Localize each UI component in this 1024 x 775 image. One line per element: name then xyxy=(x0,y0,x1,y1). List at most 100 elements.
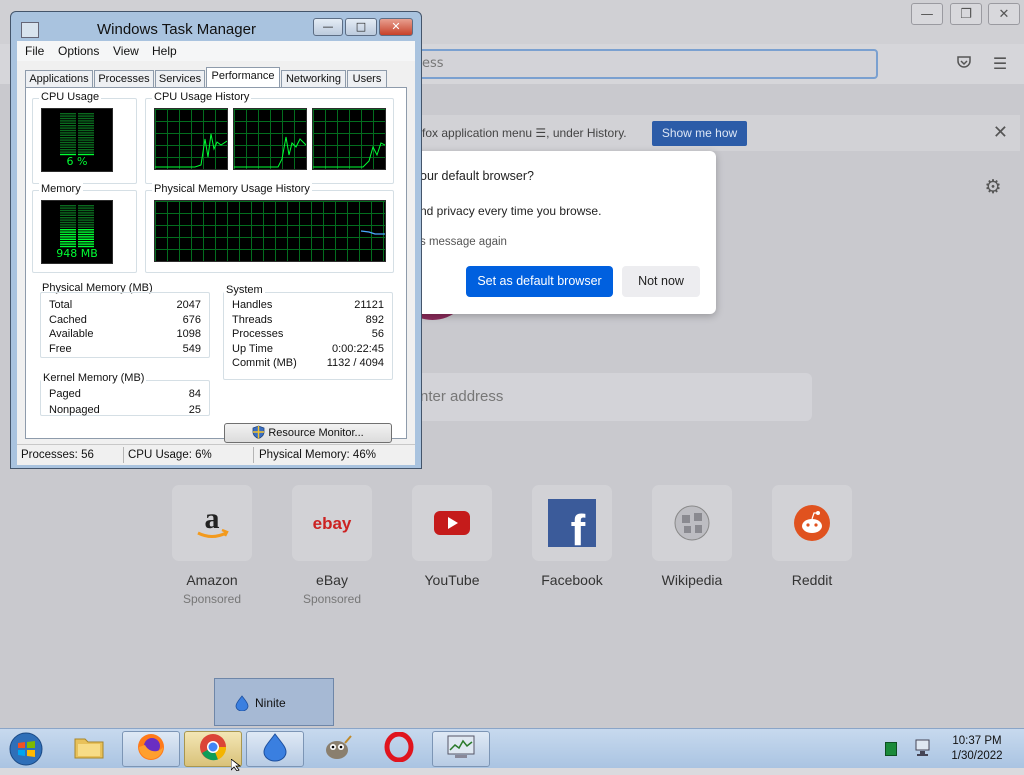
meter-segment xyxy=(60,127,76,129)
sys-processes-value: 56 xyxy=(371,328,384,340)
meter-segment xyxy=(60,209,76,212)
firefox-restore-button[interactable]: ❐ xyxy=(950,3,982,25)
not-now-button[interactable]: Not now xyxy=(622,266,700,297)
meter-segment xyxy=(60,241,76,243)
meter-segment xyxy=(60,219,76,221)
show-me-how-button[interactable]: Show me how xyxy=(652,121,747,146)
meter-segment xyxy=(60,132,76,134)
hamburger-menu-icon[interactable]: ☰ xyxy=(990,54,1010,74)
url-bar-text: ess xyxy=(422,56,444,71)
ninite-label: Ninite xyxy=(255,696,286,710)
gear-icon[interactable]: ⚙ xyxy=(982,176,1004,198)
meter-segment xyxy=(60,117,76,120)
reddit-icon xyxy=(772,485,852,561)
cpu-history-graph-2 xyxy=(233,108,307,170)
taskbar-opera[interactable] xyxy=(370,731,428,767)
ninite-taskbar-preview[interactable]: Ninite xyxy=(214,678,334,726)
task-manager-window: Windows Task Manager — □ ✕ File Options … xyxy=(10,11,422,469)
meter-segment xyxy=(60,125,76,127)
meter-segment xyxy=(60,141,76,144)
tab-users[interactable]: Users xyxy=(347,70,387,87)
taskbar-task-manager[interactable] xyxy=(432,731,490,767)
top-site-label: eBay xyxy=(316,572,348,588)
top-site-amazon[interactable]: a Amazon Sponsored xyxy=(172,485,252,606)
menu-options[interactable]: Options xyxy=(58,44,99,58)
meter-segment xyxy=(60,122,76,124)
ninite-app-icon xyxy=(261,732,289,766)
url-bar[interactable]: ess xyxy=(402,49,878,79)
top-site-facebook[interactable]: f Facebook xyxy=(532,485,612,588)
cpu-meter: 6 % xyxy=(41,108,113,172)
meter-segment xyxy=(60,129,76,132)
start-button[interactable] xyxy=(6,730,46,768)
resource-monitor-label: Resource Monitor... xyxy=(268,427,364,439)
ninite-icon xyxy=(235,695,249,711)
facebook-logo-text: f xyxy=(571,506,586,548)
status-processes: Processes: 56 xyxy=(21,449,94,461)
meter-segment xyxy=(78,125,94,127)
meter-segment xyxy=(78,229,94,231)
meter-segment xyxy=(78,127,94,129)
dialog-title: our default browser? xyxy=(420,169,534,183)
meter-segment xyxy=(78,212,94,214)
clock-time: 10:37 PM xyxy=(952,735,1002,747)
notification-close-icon[interactable]: ✕ xyxy=(993,122,1008,143)
maximize-button[interactable]: □ xyxy=(345,18,377,36)
memory-meter-bars: 948 MB xyxy=(56,205,98,260)
close-button[interactable]: ✕ xyxy=(379,18,413,36)
taskbar-ninite[interactable] xyxy=(246,731,304,767)
tray-app-icon[interactable] xyxy=(885,742,897,756)
sys-uptime-label: Up Time xyxy=(232,343,273,355)
meter-segment xyxy=(78,146,94,148)
taskbar-explorer[interactable] xyxy=(60,731,118,767)
top-site-youtube[interactable]: YouTube xyxy=(412,485,492,588)
set-default-browser-button[interactable]: Set as default browser xyxy=(466,266,613,297)
meter-segment xyxy=(60,134,76,136)
taskbar-firefox[interactable] xyxy=(122,731,180,767)
network-icon[interactable] xyxy=(913,738,933,762)
minimize-button[interactable]: — xyxy=(313,18,343,36)
meter-segment xyxy=(60,217,76,219)
resource-monitor-button[interactable]: Resource Monitor... xyxy=(224,423,392,443)
meter-segment xyxy=(78,205,94,207)
tab-applications[interactable]: Applications xyxy=(25,70,93,87)
top-site-reddit[interactable]: Reddit xyxy=(772,485,852,588)
memory-meter-value: 948 MB xyxy=(56,247,98,260)
tab-processes[interactable]: Processes xyxy=(94,70,154,87)
dialog-checkbox-label[interactable]: s message again xyxy=(420,236,507,248)
menu-view[interactable]: View xyxy=(113,44,139,58)
meter-segment xyxy=(60,224,76,226)
menu-help[interactable]: Help xyxy=(152,44,177,58)
meter-segment xyxy=(78,236,94,238)
firefox-close-button[interactable]: ✕ xyxy=(988,3,1020,25)
meter-segment xyxy=(78,209,94,212)
pm-free-value: 549 xyxy=(182,343,201,355)
kernel-memory-frame: Kernel Memory (MB) Paged 84 Nonpaged 25 xyxy=(40,372,210,416)
tab-performance[interactable]: Performance xyxy=(206,67,280,88)
tab-networking[interactable]: Networking xyxy=(281,70,346,87)
firefox-minimize-button[interactable]: — xyxy=(911,3,943,25)
default-browser-dialog: our default browser? nd privacy every ti… xyxy=(400,151,716,314)
tab-services[interactable]: Services xyxy=(155,70,205,87)
sys-commit-value: 1132 / 4094 xyxy=(326,357,384,369)
top-site-label: Amazon xyxy=(186,572,238,588)
sys-commit-label: Commit (MB) xyxy=(232,357,297,369)
meter-segment xyxy=(60,231,76,233)
pocket-icon[interactable] xyxy=(954,54,974,74)
meter-segment xyxy=(60,151,76,153)
pm-available-value: 1098 xyxy=(176,328,201,340)
dialog-body: nd privacy every time you browse. xyxy=(420,204,602,218)
folder-icon xyxy=(73,734,105,764)
taskbar-clock[interactable]: 10:37 PM 1/30/2022 xyxy=(936,734,1018,764)
top-site-wikipedia[interactable]: Wikipedia xyxy=(652,485,732,588)
meter-segment xyxy=(78,241,94,243)
status-cpu: CPU Usage: 6% xyxy=(128,449,212,461)
taskbar-gimp[interactable] xyxy=(308,731,366,767)
meter-segment xyxy=(78,221,94,224)
pm-total-value: 2047 xyxy=(176,299,201,311)
meter-segment xyxy=(78,219,94,221)
top-site-ebay[interactable]: ebay eBay Sponsored xyxy=(292,485,372,606)
search-box[interactable]: nter address xyxy=(400,373,812,421)
menu-file[interactable]: File xyxy=(25,44,44,58)
cpu-history-graph-3 xyxy=(312,108,386,170)
